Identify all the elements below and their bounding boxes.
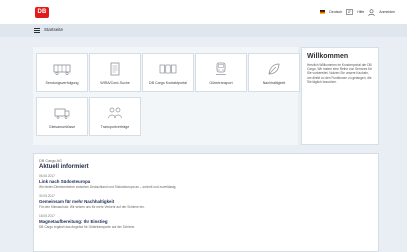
user-icon[interactable]	[368, 8, 375, 16]
tile-transportvertraege[interactable]: Transportverträge	[89, 97, 141, 136]
news-title-link[interactable]: Gemeinsam für mehr Nachhaltigkeit	[39, 199, 373, 204]
people-icon	[90, 106, 140, 120]
tile-label: Gütertransport	[209, 81, 233, 85]
train-cars-icon	[143, 62, 193, 76]
news-date: 18.05.2017	[39, 214, 55, 218]
welcome-title: Willkommen	[307, 53, 349, 60]
news-heading: Aktuell informiert	[39, 164, 89, 170]
tile-label: WIRA/Cord-Suche	[100, 81, 130, 85]
menu-bar: Startseite	[0, 24, 407, 37]
siding-icon	[37, 106, 87, 120]
tile-label: Gleisanschlüsse	[48, 125, 76, 129]
tile-nachhaltigkeit[interactable]: Nachhaltigkeit	[248, 53, 300, 92]
header-actions: Deutsch Hilfe Anmelden	[320, 7, 395, 17]
news-teaser: Wir bieten Direktverkehre zwischen Deuts…	[39, 185, 177, 189]
tile-label: DB Cargo Kontaktportal	[149, 81, 187, 85]
service-tiles: Sendungsverfolgung WIRA/Cord-Suche DB Ca…	[33, 47, 300, 145]
menu-label[interactable]: Startseite	[44, 27, 63, 32]
tile-label: Sendungsverfolgung	[45, 81, 79, 85]
db-logo[interactable]: DB	[35, 7, 49, 18]
help-link[interactable]: Hilfe	[357, 10, 364, 14]
news-item[interactable]: 18.05.2017 Magnetaufbereitung: Ihr Einst…	[39, 214, 373, 229]
top-bar: DB Deutsch Hilfe Anmelden	[0, 0, 407, 24]
news-item[interactable]: 06.06.2017 Link nach Südosteuropa Wir bi…	[39, 174, 373, 189]
help-icon[interactable]	[346, 9, 354, 15]
freight-wagon-icon	[37, 62, 87, 76]
news-date: 06.06.2017	[39, 174, 55, 178]
welcome-text: Herzlich Willkommen im Kundenportal der …	[307, 63, 372, 84]
login-link[interactable]: Anmelden	[379, 10, 395, 14]
tile-label: Transportverträge	[100, 125, 130, 129]
news-item[interactable]: 30.05.2017 Gemeinsam für mehr Nachhaltig…	[39, 194, 373, 209]
news-section: DB Cargo AG Aktuell informiert 06.06.201…	[33, 153, 379, 252]
news-teaser: Für den Klimaschutz: Wir setzen uns für …	[39, 205, 145, 209]
document-icon	[90, 62, 140, 76]
news-title-link[interactable]: Link nach Südosteuropa	[39, 179, 373, 184]
tile-label: Nachhaltigkeit	[262, 81, 286, 85]
tile-kontaktportal[interactable]: DB Cargo Kontaktportal	[142, 53, 194, 92]
news-date: 30.05.2017	[39, 194, 55, 198]
news-kicker: DB Cargo AG	[39, 159, 63, 163]
language-selector[interactable]: Deutsch	[329, 10, 342, 14]
tile-sendungsverfolgung[interactable]: Sendungsverfolgung	[36, 53, 88, 92]
railcar-icon	[196, 62, 246, 76]
tile-gleisanschluesse[interactable]: Gleisanschlüsse	[36, 97, 88, 136]
tile-guetertransport[interactable]: Gütertransport	[195, 53, 247, 92]
leaf-icon	[249, 62, 299, 76]
tile-wira-cord-suche[interactable]: WIRA/Cord-Suche	[89, 53, 141, 92]
news-teaser: DB Cargo ergänzt das Angebot für Gütertr…	[39, 225, 136, 229]
welcome-card: Willkommen Herzlich Willkommen im Kunden…	[301, 47, 379, 145]
german-flag-icon	[320, 10, 326, 14]
hamburger-menu-icon[interactable]	[34, 28, 40, 33]
news-title-link[interactable]: Magnetaufbereitung: Ihr Einstieg	[39, 219, 373, 224]
